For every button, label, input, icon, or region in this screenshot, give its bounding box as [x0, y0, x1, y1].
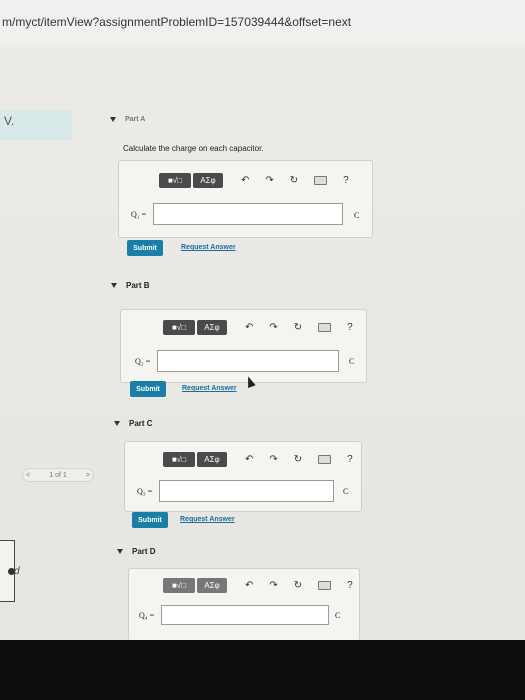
undo-icon[interactable]: ↶	[245, 454, 253, 465]
request-answer-link-b[interactable]: Request Answer	[182, 385, 237, 392]
pager-text: 1 of 1	[49, 471, 67, 479]
templates-button[interactable]: ■√□	[163, 320, 195, 335]
collapse-arrow-icon[interactable]	[110, 117, 116, 122]
sidebar-tab-label: V.	[4, 114, 15, 128]
collapse-arrow-icon[interactable]	[114, 421, 120, 426]
keyboard-icon[interactable]	[318, 581, 332, 590]
url-text: m/myct/itemView?assignmentProblemID=1570…	[2, 15, 352, 29]
keyboard-icon[interactable]	[318, 455, 332, 464]
collapse-arrow-icon[interactable]	[117, 549, 123, 554]
part-d-header[interactable]: Part D	[117, 547, 156, 556]
reset-icon[interactable]: ↻	[290, 175, 298, 186]
undo-icon[interactable]: ↶	[245, 322, 253, 333]
unit-label: C	[335, 611, 341, 620]
reset-icon[interactable]: ↻	[294, 454, 302, 465]
submit-button-c[interactable]: Submit	[132, 512, 168, 528]
part-a-header[interactable]: Part A	[110, 116, 145, 123]
keyboard-icon[interactable]	[314, 176, 328, 185]
answer-row-a: Q₁ =	[131, 203, 343, 225]
redo-icon[interactable]: ↷	[269, 454, 277, 465]
request-answer-link-c[interactable]: Request Answer	[180, 516, 235, 523]
address-bar[interactable]: m/myct/itemView?assignmentProblemID=1570…	[0, 0, 525, 44]
answer-label-q1: Q₁ =	[131, 209, 147, 219]
answer-label-q4: Q₄ =	[139, 610, 155, 620]
part-c-title: Part C	[129, 419, 153, 428]
answer-panel-c: ■√□ ΑΣφ ↶ ↷ ↻ ? Q₃ = C	[124, 441, 362, 512]
answer-label-q2: Q₂ =	[135, 356, 151, 366]
help-icon[interactable]: ?	[347, 580, 353, 591]
redo-icon[interactable]: ↷	[269, 322, 277, 333]
greek-symbols-button[interactable]: ΑΣφ	[197, 320, 227, 335]
help-icon[interactable]: ?	[347, 454, 353, 465]
equation-toolbar: ■√□ ΑΣφ ↶ ↷ ↻ ?	[163, 452, 353, 467]
part-d-title: Part D	[132, 547, 156, 556]
undo-icon[interactable]: ↶	[245, 580, 253, 591]
templates-button[interactable]: ■√□	[163, 578, 195, 593]
unit-label: C	[343, 487, 349, 496]
unit-label: C	[349, 357, 355, 366]
submit-button-b[interactable]: Submit	[130, 381, 166, 397]
answer-row-d: Q₄ =	[139, 605, 329, 625]
unit-label: C	[354, 211, 360, 220]
templates-button[interactable]: ■√□	[163, 452, 195, 467]
pager-prev-button[interactable]: <	[26, 472, 30, 479]
answer-row-c: Q₃ =	[137, 480, 334, 502]
submit-button-a[interactable]: Submit	[127, 240, 163, 256]
part-b-header[interactable]: Part B	[111, 281, 150, 290]
help-icon[interactable]: ?	[347, 322, 353, 333]
answer-input-q4[interactable]	[161, 605, 329, 625]
keyboard-icon[interactable]	[318, 323, 332, 332]
answer-panel-b: ■√□ ΑΣφ ↶ ↷ ↻ ? Q₂ = C	[120, 309, 367, 383]
request-answer-link-a[interactable]: Request Answer	[181, 244, 236, 251]
greek-symbols-button[interactable]: ΑΣφ	[193, 173, 223, 188]
part-c-header[interactable]: Part C	[114, 419, 153, 428]
answer-panel-d: ■√□ ΑΣφ ↶ ↷ ↻ ? Q₄ = C	[128, 568, 360, 641]
redo-icon[interactable]: ↷	[269, 580, 277, 591]
answer-panel-a: ■√□ ΑΣφ ↶ ↷ ↻ ? Q₁ = C	[118, 160, 373, 238]
pager-next-button[interactable]: >	[86, 472, 90, 479]
question-text: Calculate the charge on each capacitor.	[123, 144, 264, 153]
equation-toolbar: ■√□ ΑΣφ ↶ ↷ ↻ ?	[163, 578, 353, 593]
answer-input-q3[interactable]	[159, 480, 334, 502]
help-icon[interactable]: ?	[343, 175, 349, 186]
answer-input-q2[interactable]	[157, 350, 339, 372]
equation-toolbar: ■√□ ΑΣφ ↶ ↷ ↻ ?	[163, 320, 353, 335]
undo-icon[interactable]: ↶	[241, 175, 249, 186]
redo-icon[interactable]: ↷	[265, 175, 273, 186]
part-b-title: Part B	[126, 281, 150, 290]
answer-row-b: Q₂ =	[135, 350, 339, 372]
part-a-title: Part A	[125, 116, 146, 123]
answer-label-q3: Q₃ =	[137, 486, 153, 496]
side-letter: d	[14, 566, 20, 577]
greek-symbols-button[interactable]: ΑΣφ	[197, 578, 227, 593]
reset-icon[interactable]: ↻	[294, 322, 302, 333]
answer-input-q1[interactable]	[153, 203, 343, 225]
screen-bezel	[0, 640, 525, 700]
collapse-arrow-icon[interactable]	[111, 283, 117, 288]
reset-icon[interactable]: ↻	[294, 580, 302, 591]
equation-toolbar: ■√□ ΑΣφ ↶ ↷ ↻ ?	[159, 173, 349, 188]
greek-symbols-button[interactable]: ΑΣφ	[197, 452, 227, 467]
pager: < 1 of 1 >	[22, 468, 94, 482]
templates-button[interactable]: ■√□	[159, 173, 191, 188]
sidebar-tab[interactable]: V.	[0, 110, 72, 140]
